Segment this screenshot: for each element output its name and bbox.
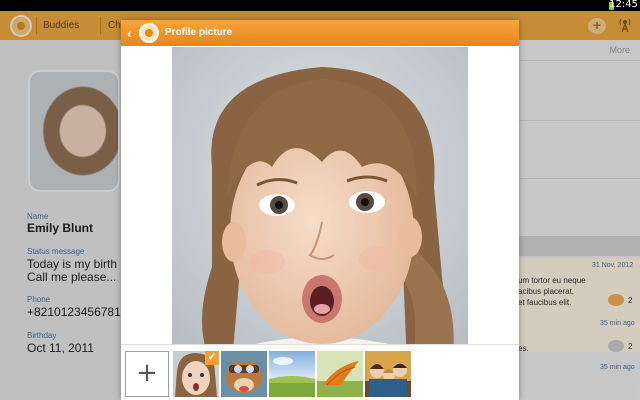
profile-picture-dialog: ‹ Profile picture + ✓ [121, 20, 519, 400]
photo-thumbnail[interactable] [269, 351, 315, 397]
dialog-title: Profile picture [165, 27, 233, 38]
photo-thumbnail-selected[interactable]: ✓ [173, 351, 219, 397]
status-bar: 12:45 [0, 0, 640, 11]
status-time: 12:45 [609, 0, 638, 10]
app-logo-icon [139, 23, 159, 43]
add-photo-button[interactable]: + [125, 351, 169, 397]
back-icon[interactable]: ‹ [127, 25, 139, 41]
dialog-header: ‹ Profile picture [121, 20, 519, 46]
photo-thumbnail-strip: + ✓ [121, 344, 519, 400]
profile-photo [172, 47, 468, 363]
photo-thumbnail[interactable] [221, 351, 267, 397]
check-icon: ✓ [205, 351, 219, 365]
photo-thumbnail[interactable] [365, 351, 411, 397]
photo-thumbnail[interactable] [317, 351, 363, 397]
